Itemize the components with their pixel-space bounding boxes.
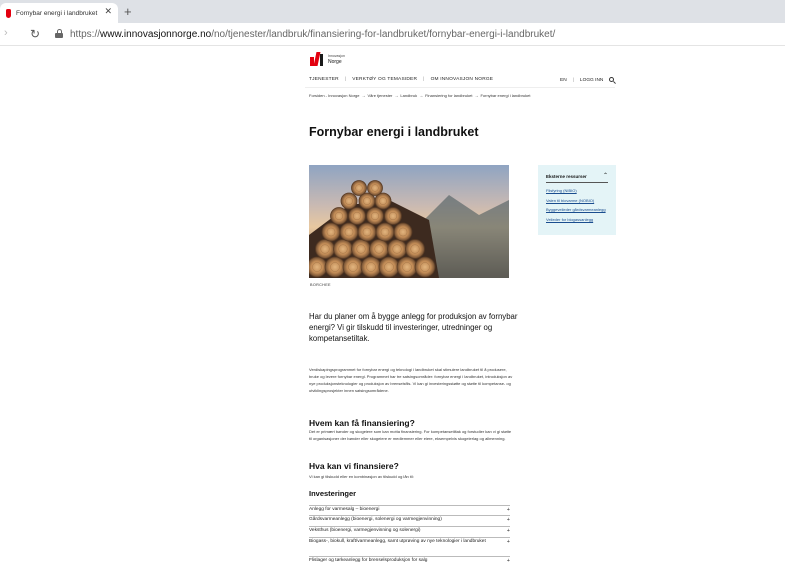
back-icon[interactable]: › [4,27,8,39]
nav-item-om[interactable]: OM INNOVASJON NORGE [431,77,494,82]
login-link[interactable]: LOGG INN [580,78,603,83]
section-heading-hvem: Hvem kan få finansiering? [309,418,415,428]
intro-paragraph: Verdiskapingsprogrammet for fornybar ene… [309,367,513,393]
accordion-item[interactable]: Anlegg for varmesalg – bioenergi + [309,505,510,513]
breadcrumb-finansiering[interactable]: Finansiering for landbruket [425,93,472,98]
search-icon[interactable] [609,77,617,84]
external-resources-header[interactable]: Eksterne ressurser ⌃ [546,173,608,183]
accordion-label: Biogass-, biokull, kraft/varmeanlegg, sa… [309,539,486,545]
accordion-label: Veksthus (bioenergi, varmegjenvinning og… [309,528,421,534]
accordion-item[interactable]: Veksthus (bioenergi, varmegjenvinning og… [309,526,510,534]
breadcrumb-tjenester[interactable]: Våre tjenester [367,93,392,98]
language-link[interactable]: EN [560,78,567,83]
plus-icon[interactable]: + [507,539,510,545]
nav-item-tjenester[interactable]: TJENESTER [309,77,339,82]
lock-icon[interactable] [55,29,63,38]
external-resources-title: Eksterne ressurser [546,174,587,179]
section-body-hvem: Det er primært bønder og skogeiere som k… [309,429,512,441]
header-actions: EN | LOGG INN [560,77,617,84]
section-heading-hva: Hva kan vi finansiere? [309,461,399,471]
browser-tabbar: Fornybar energi i landbruket ✕ + [0,0,785,23]
accordion-item[interactable]: Gårdsvarmeanlegg (bioenergi, solenergi o… [309,515,510,523]
browser-tab[interactable]: Fornybar energi i landbruket ✕ [0,3,118,23]
plus-icon[interactable]: + [507,528,510,534]
close-tab-icon[interactable]: ✕ [104,6,112,17]
image-credit: BORCHEE [310,283,331,287]
external-resources-panel: Eksterne ressurser ⌃ Flisfyring (NIBIO) … [538,165,616,235]
site-logo[interactable]: Innovasjon Norge [310,52,345,66]
breadcrumb-home[interactable]: Forsiden - Innovasjon Norge [309,93,359,98]
logo-mark-icon [310,52,324,66]
accordion-label: Flislager og tørkeanlegg for brenselspro… [309,558,428,564]
plus-icon[interactable]: + [507,507,510,513]
nav-item-verktoy[interactable]: VERKTØY OG TEMASIDER [352,77,417,82]
tab-title: Fornybar energi i landbruket [16,9,98,17]
new-tab-button[interactable]: + [124,3,132,20]
plus-icon[interactable]: + [507,517,510,523]
link-biovarme[interactable]: Valen til biovarme (NOBIO) [546,198,608,204]
accordion-label: Anlegg for varmesalg – bioenergi [309,507,380,513]
breadcrumb: Forsiden - Innovasjon Norge → Våre tjene… [309,93,530,98]
hero-image [309,165,509,278]
nav-divider [305,87,615,88]
link-byggeveileder[interactable]: Byggeveileder gårdsvarmeanlegg [546,208,608,213]
accordion-item[interactable]: Flislager og tørkeanlegg for brenselspro… [309,556,510,564]
chevron-up-icon[interactable]: ⌃ [603,173,608,179]
breadcrumb-landbruk[interactable]: Landbruk [400,93,417,98]
breadcrumb-current: Fornybar energi i landbruket [480,93,531,98]
url-field[interactable]: https://www.innovasjonnorge.no/no/tjenes… [70,29,555,40]
logo-text-big: Norge [328,58,342,65]
accordion-label: Gårdsvarmeanlegg (bioenergi, solenergi o… [309,517,442,523]
breadcrumb-arrow-icon: → [361,93,366,98]
page-title: Fornybar energi i landbruket [309,125,479,139]
investments-heading: Investeringer [309,489,357,498]
breadcrumb-arrow-icon: → [394,93,399,98]
plus-icon[interactable]: + [507,558,510,564]
breadcrumb-arrow-icon: → [419,93,424,98]
link-flisfyring[interactable]: Flisfyring (NIBIO) [546,188,608,194]
favicon-icon [6,8,11,18]
logo-text-small: Innovasjon [328,53,345,58]
section-body-hva: Vi kan gi tilskudd eller en kombinasjon … [309,474,414,479]
breadcrumb-arrow-icon: → [474,93,479,98]
address-bar: › ↻ https://www.innovasjonnorge.no/no/tj… [0,23,785,46]
main-nav: TJENESTER | VERKTØY OG TEMASIDER | OM IN… [309,77,494,82]
link-biogass[interactable]: Veileder for biogassanlegg [546,217,608,223]
lead-paragraph: Har du planer om å bygge anlegg for prod… [309,312,518,343]
accordion-item[interactable]: Biogass-, biokull, kraft/varmeanlegg, sa… [309,537,510,545]
reload-icon[interactable]: ↻ [30,27,40,41]
